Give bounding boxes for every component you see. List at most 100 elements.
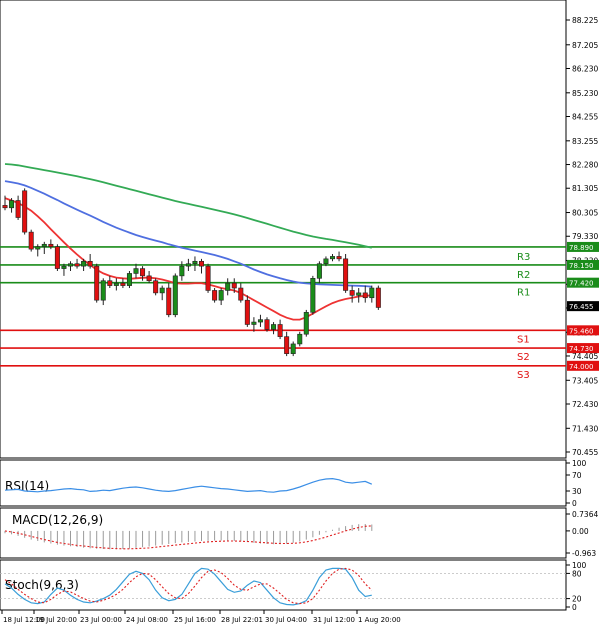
candle (290, 341, 296, 357)
candle (264, 317, 270, 332)
candle-body (81, 260, 87, 267)
candle (244, 295, 250, 327)
level-name-r2: R2 (517, 270, 530, 281)
candle-body (244, 299, 250, 325)
rsi-y-tick-label: 30 (572, 487, 582, 496)
main-y-tick-label: 83.255 (572, 137, 598, 146)
candle-body (126, 273, 132, 286)
candle-body (140, 268, 146, 277)
level-value-r1: 77.420 (569, 280, 594, 288)
candle (94, 263, 100, 303)
candle-body (238, 287, 244, 301)
candle-body (264, 319, 270, 330)
main-y-tick-label: 73.405 (572, 376, 598, 385)
candle-body (303, 312, 309, 335)
candle-body (74, 263, 80, 267)
candle-body (87, 260, 93, 267)
main-y-tick-label: 71.430 (572, 424, 598, 433)
candle-body (257, 319, 263, 323)
stoch-title: Stoch(9,6,3) (5, 578, 79, 592)
level-name-s1: S1 (517, 334, 530, 345)
candle (303, 309, 309, 337)
macd-y-tick-label: 0.00 (572, 527, 589, 536)
candle-body (159, 287, 165, 294)
candle (172, 273, 178, 318)
candle (54, 244, 60, 272)
candle-body (362, 292, 368, 299)
macd-title: MACD(12,26,9) (12, 513, 103, 527)
main-y-tick-label: 82.280 (572, 161, 598, 170)
candle-body (349, 290, 355, 296)
candle-body (205, 265, 211, 291)
main-y-tick-label: 70.455 (572, 448, 598, 457)
candle-body (54, 246, 60, 269)
stoch-y-tick-label: 0 (572, 603, 577, 612)
candle-body (94, 265, 100, 301)
candle-body (172, 275, 178, 316)
candle-body (369, 287, 375, 299)
candle-body (9, 200, 15, 209)
candle-body (61, 265, 67, 269)
candle (310, 275, 316, 315)
level-value-r2: 78.150 (569, 262, 594, 270)
macd-y-tick-label: -0.963 (572, 549, 596, 558)
rsi-y-tick-label: 100 (572, 459, 587, 468)
candle (205, 263, 211, 293)
candle-body (218, 290, 224, 301)
level-name-s3: S3 (517, 370, 530, 381)
candle-body (316, 263, 322, 279)
time-tick-label: 1 Aug 20:00 (358, 616, 401, 624)
candle-body (297, 333, 303, 345)
candle-body (28, 231, 34, 250)
candle-body (231, 282, 237, 289)
level-value-s2: 74.730 (569, 345, 594, 353)
candle (22, 188, 28, 235)
candle (212, 288, 218, 303)
rsi-y-tick-label: 70 (572, 471, 582, 480)
candle-body (100, 280, 106, 301)
candle-body (41, 243, 47, 247)
candle-body (329, 256, 335, 260)
level-name-r3: R3 (517, 252, 530, 263)
rsi-y-tick-label: 0 (572, 499, 577, 508)
time-tick-label: 23 Jul 00:00 (80, 616, 122, 624)
time-tick-label: 31 Jul 12:00 (313, 616, 355, 624)
candle (126, 271, 132, 289)
candle-body (192, 260, 198, 265)
candle-body (284, 336, 290, 354)
main-y-tick-label: 87.205 (572, 41, 598, 50)
candle (28, 229, 34, 252)
main-y-tick-label: 88.225 (572, 16, 598, 25)
time-tick-label: 25 Jul 16:00 (174, 616, 216, 624)
main-y-tick-label: 85.230 (572, 89, 598, 98)
candle-body (107, 280, 113, 286)
time-tick-label: 28 Jul 22:01 (221, 616, 263, 624)
time-tick-label: 19 Jul 20:00 (35, 616, 77, 624)
time-tick-label: 24 Jul 08:00 (126, 616, 168, 624)
candle-body (2, 205, 8, 209)
level-value-s1: 75.460 (569, 327, 594, 335)
candle (153, 278, 159, 296)
candle-body (212, 290, 218, 301)
level-value-r3: 78.890 (569, 244, 594, 252)
candle-body (68, 263, 74, 267)
candle (343, 253, 349, 293)
candle-body (343, 258, 349, 291)
candle-body (120, 282, 126, 286)
candle-body (375, 287, 381, 308)
candle-body (310, 278, 316, 313)
candle-body (356, 292, 362, 296)
candle-body (277, 324, 283, 337)
level-name-r1: R1 (517, 288, 530, 299)
level-name-s2: S2 (517, 352, 530, 363)
chart-root: 88.225 87.205 86.230 85.230 84.255 83.255 82.2… (0, 0, 600, 627)
candle-body (146, 275, 152, 282)
candle-body (290, 343, 296, 354)
candle-body (15, 200, 21, 218)
main-y-tick-label: 84.255 (572, 113, 598, 122)
candle-body (336, 256, 342, 260)
candle (375, 285, 381, 310)
candle (297, 331, 303, 347)
last-price-value: 76.455 (569, 303, 594, 311)
main-y-tick-label: 81.305 (572, 184, 598, 193)
